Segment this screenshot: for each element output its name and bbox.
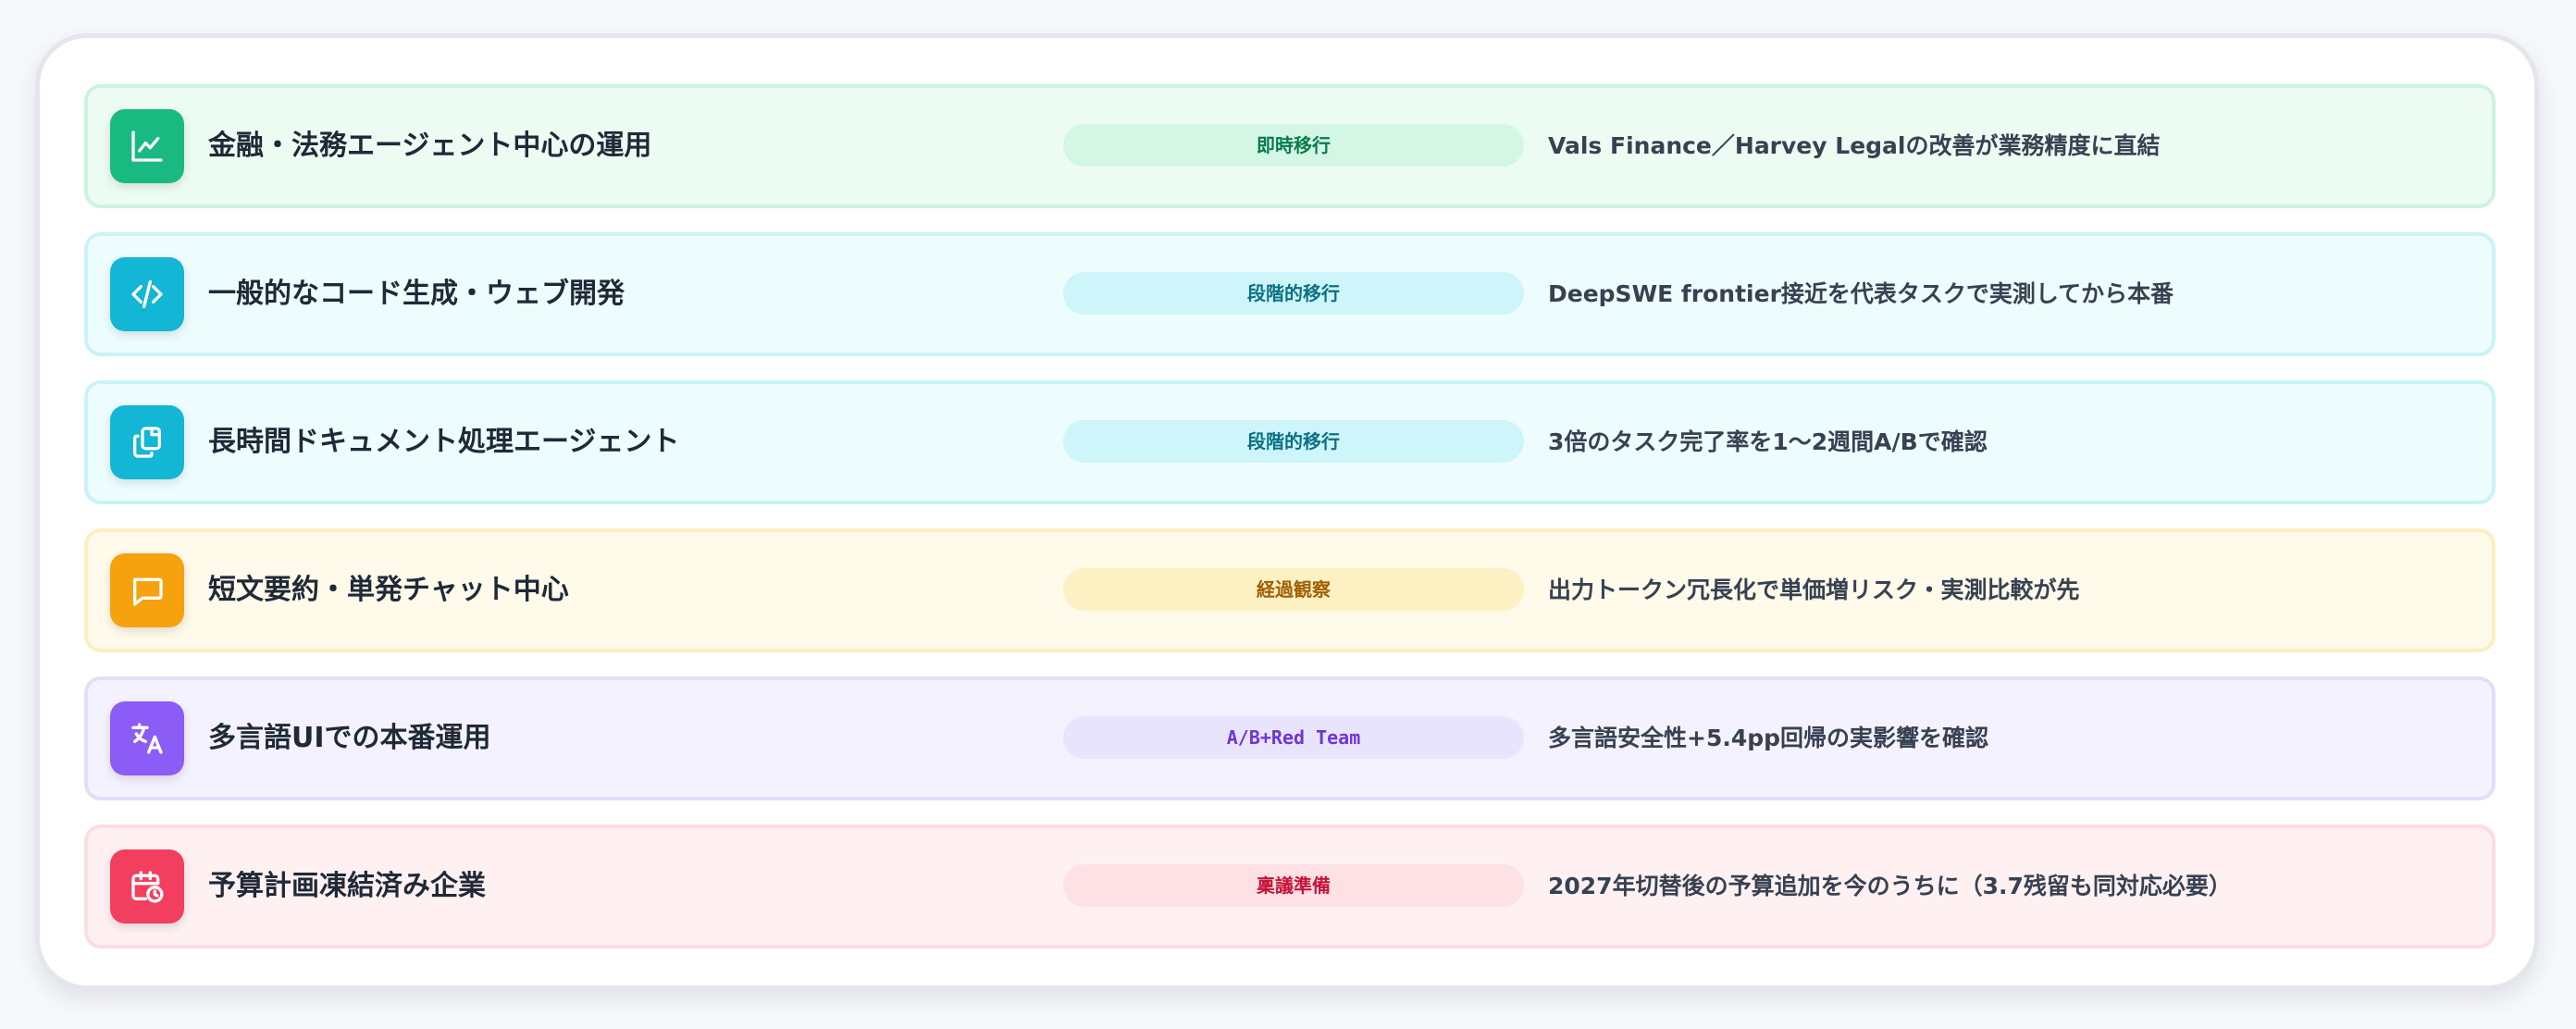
row-title: 予算計画凍結済み企業 [208, 870, 486, 902]
list-item: 予算計画凍結済み企業 稟議準備 2027年切替後の予算追加を今のうちに（3.7残… [84, 824, 2496, 948]
row-title: 長時間ドキュメント処理エージェント [208, 426, 680, 458]
status-badge: 段階的移行 [1063, 272, 1524, 315]
status-badge: 即時移行 [1063, 124, 1524, 167]
list-item: 一般的なコード生成・ウェブ開発 段階的移行 DeepSWE frontier接近… [84, 232, 2496, 356]
status-badge: 稟議準備 [1063, 864, 1524, 907]
row-note: 多言語安全性+5.4pp回帰の実影響を確認 [1548, 725, 1989, 751]
list-item: 長時間ドキュメント処理エージェント 段階的移行 3倍のタスク完了率を1〜2週間A… [84, 380, 2496, 504]
code-icon [110, 257, 184, 331]
row-title: 短文要約・単発チャット中心 [208, 574, 569, 606]
row-note: 出力トークン冗長化で単価増リスク・実測比較が先 [1548, 576, 2080, 603]
list-item: 短文要約・単発チャット中心 経過観察 出力トークン冗長化で単価増リスク・実測比較… [84, 528, 2496, 652]
decision-card: 金融・法務エージェント中心の運用 即時移行 Vals Finance／Harve… [35, 33, 2539, 990]
translate-icon [110, 701, 184, 775]
line-chart-icon [110, 109, 184, 183]
row-title: 多言語UIでの本番運用 [208, 722, 491, 754]
list-item: 多言語UIでの本番運用 A/B+Red Team 多言語安全性+5.4pp回帰の… [84, 676, 2496, 800]
status-badge: A/B+Red Team [1063, 716, 1524, 759]
row-note: 2027年切替後の予算追加を今のうちに（3.7残留も同対応必要） [1548, 873, 2232, 899]
row-note: DeepSWE frontier接近を代表タスクで実測してから本番 [1548, 280, 2174, 307]
row-title: 金融・法務エージェント中心の運用 [208, 130, 652, 162]
row-note: Vals Finance／Harvey Legalの改善が業務精度に直結 [1548, 132, 2161, 159]
list-item: 金融・法務エージェント中心の運用 即時移行 Vals Finance／Harve… [84, 84, 2496, 208]
calendar-clock-icon [110, 849, 184, 924]
row-note: 3倍のタスク完了率を1〜2週間A/Bで確認 [1548, 428, 1988, 455]
chat-icon [110, 553, 184, 627]
status-badge: 段階的移行 [1063, 420, 1524, 463]
status-badge: 経過観察 [1063, 568, 1524, 611]
row-title: 一般的なコード生成・ウェブ開発 [208, 278, 625, 310]
documents-icon [110, 405, 184, 479]
decision-list: 金融・法務エージェント中心の運用 即時移行 Vals Finance／Harve… [84, 84, 2496, 948]
